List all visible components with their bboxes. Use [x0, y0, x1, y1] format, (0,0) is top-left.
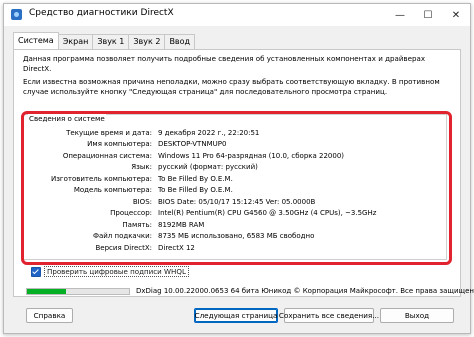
info-row-computer-name: Имя компьютера: DESKTOP-VTNMUP0	[24, 139, 448, 149]
save-all-info-button[interactable]: Сохранить все сведения...	[279, 308, 379, 323]
title-bar[interactable]: Средство диагностики DirectX — ☐ ✕	[4, 4, 470, 26]
system-info-group: Сведения о системе Текущие время и дата:…	[23, 114, 447, 260]
info-label: Изготовитель компьютера:	[50, 175, 152, 183]
maximize-button[interactable]: ☐	[414, 4, 442, 26]
info-value: To Be Filled By O.E.M.	[158, 175, 233, 183]
tab-sound-1[interactable]: Звук 1	[92, 34, 130, 49]
info-row-memory: Память: 8192MB RAM	[24, 220, 448, 230]
info-value: DESKTOP-VTNMUP0	[158, 140, 227, 148]
info-value: 9 декабря 2022 г., 22:20:51	[158, 129, 260, 137]
info-value: BIOS Date: 05/10/17 15:12:45 Ver: 05.000…	[158, 198, 316, 206]
close-button[interactable]: ✕	[442, 4, 470, 26]
info-value: Windows 11 Pro 64-разрядная (10.0, сборк…	[158, 152, 345, 160]
window-controls: — ☐ ✕	[386, 4, 470, 26]
info-row-manufacturer: Изготовитель компьютера: To Be Filled By…	[24, 174, 448, 184]
info-label: BIOS:	[132, 198, 152, 206]
info-row-page-file: Файл подкачки: 8735 МБ использовано, 658…	[24, 231, 448, 241]
info-value: Intel(R) Pentium(R) CPU G4560 @ 3.50GHz …	[158, 209, 377, 217]
minimize-button[interactable]: —	[386, 4, 414, 26]
help-button[interactable]: Справка	[26, 308, 73, 323]
progress-bar-fill	[27, 289, 66, 294]
info-value: DirectX 12	[158, 244, 195, 252]
info-label: Процессор:	[110, 209, 152, 217]
intro-text-1: Данная программа позволяет получить подр…	[23, 54, 426, 73]
system-tab-panel: Данная программа позволяет получить подр…	[13, 49, 461, 297]
whql-checkbox-row[interactable]: Проверить цифровые подписи WHQL	[31, 266, 189, 277]
info-value: 8192MB RAM	[158, 221, 205, 229]
info-label: Язык:	[131, 163, 152, 171]
info-value: русский (формат: русский)	[158, 163, 258, 171]
info-label: Имя компьютера:	[87, 140, 152, 148]
version-status-text: DxDiag 10.00.22000.0653 64 бита Юникод ©…	[136, 287, 474, 295]
tab-system[interactable]: Система	[13, 32, 59, 49]
info-row-datetime: Текущие время и дата: 9 декабря 2022 г.,…	[24, 128, 448, 138]
info-row-os: Операционная система: Windows 11 Pro 64-…	[24, 151, 448, 161]
info-label: Память:	[122, 221, 152, 229]
info-label: Файл подкачки:	[92, 232, 152, 240]
info-row-directx-version: Версия DirectX: DirectX 12	[24, 243, 448, 253]
intro-text-2: Если известна возможная причина неполадк…	[23, 77, 440, 96]
directx-app-icon	[11, 9, 22, 20]
info-label: Модель компьютера:	[73, 186, 152, 194]
tab-strip: Система Экран Звук 1 Звук 2 Ввод	[13, 32, 196, 49]
system-info-title: Сведения о системе	[28, 114, 106, 123]
next-page-button[interactable]: Следующая страница	[194, 308, 278, 323]
info-label: Текущие время и дата:	[66, 129, 152, 137]
window-title: Средство диагностики DirectX	[29, 8, 174, 18]
whql-checkbox-label[interactable]: Проверить цифровые подписи WHQL	[44, 266, 189, 277]
info-row-model: Модель компьютера: To Be Filled By O.E.M…	[24, 185, 448, 195]
progress-bar	[26, 288, 130, 295]
info-row-bios: BIOS: BIOS Date: 05/10/17 15:12:45 Ver: …	[24, 197, 448, 207]
info-value: To Be Filled By O.E.M.	[158, 186, 233, 194]
tab-sound-2[interactable]: Звук 2	[128, 34, 166, 49]
info-label: Версия DirectX:	[95, 244, 153, 252]
info-value: 8735 МБ использовано, 6583 МБ свободно	[158, 232, 315, 240]
tab-input[interactable]: Ввод	[164, 34, 196, 49]
whql-checkbox[interactable]	[31, 266, 41, 277]
exit-button[interactable]: Выход	[380, 308, 454, 323]
tab-display[interactable]: Экран	[57, 34, 94, 49]
info-row-processor: Процессор: Intel(R) Pentium(R) CPU G4560…	[24, 208, 448, 218]
info-label: Операционная система:	[62, 152, 152, 160]
info-row-language: Язык: русский (формат: русский)	[24, 162, 448, 172]
